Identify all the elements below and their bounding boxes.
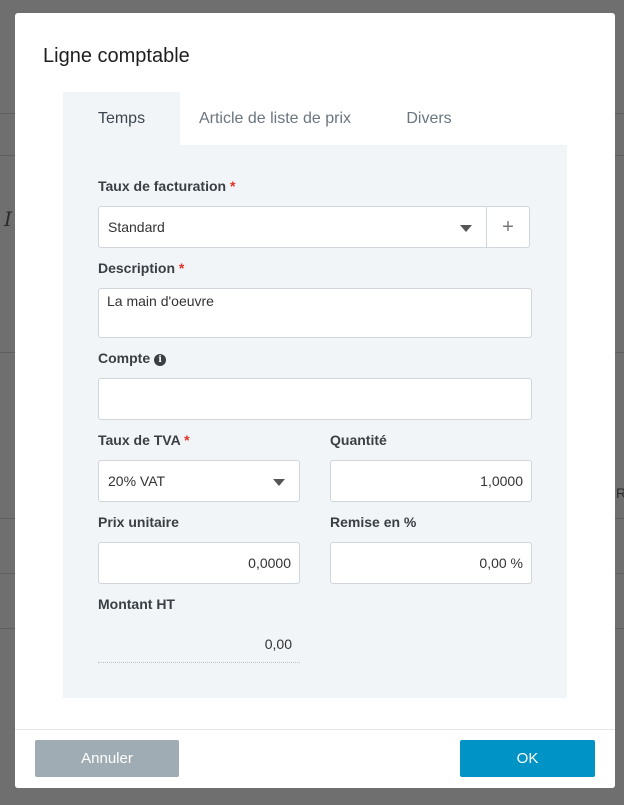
discount-input[interactable]: 0,00 % bbox=[330, 542, 532, 584]
amount-ht-underline bbox=[98, 662, 300, 663]
backdrop-side-letter: R bbox=[616, 485, 624, 501]
quantity-label: Quantité bbox=[330, 432, 387, 448]
billing-rate-value: Standard bbox=[108, 219, 165, 235]
ok-button[interactable]: OK bbox=[460, 740, 595, 777]
tab-divers[interactable]: Divers bbox=[370, 92, 488, 145]
vat-rate-label: Taux de TVA * bbox=[98, 432, 190, 448]
unit-price-value: 0,0000 bbox=[248, 555, 291, 571]
vat-rate-value: 20% VAT bbox=[108, 473, 166, 489]
dialog-title: Ligne comptable bbox=[43, 45, 190, 67]
required-marker: * bbox=[229, 178, 236, 194]
billing-rate-select[interactable]: Standard + bbox=[98, 206, 530, 248]
chevron-down-icon bbox=[460, 225, 472, 232]
amount-ht-value: 0,00 bbox=[264, 636, 292, 652]
quantity-input[interactable]: 1,0000 bbox=[330, 460, 532, 502]
description-label: Description * bbox=[98, 260, 185, 276]
info-icon[interactable]: i bbox=[154, 354, 167, 366]
tab-bar: Temps Article de liste de prix Divers bbox=[63, 92, 567, 146]
add-billing-rate-button[interactable]: + bbox=[486, 207, 529, 247]
billing-rate-label: Taux de facturation * bbox=[98, 178, 236, 194]
required-marker: * bbox=[178, 260, 185, 276]
account-label: Compte i bbox=[98, 350, 167, 366]
tab-temps[interactable]: Temps bbox=[63, 92, 180, 146]
account-input[interactable] bbox=[98, 378, 532, 420]
backdrop-glyph: I bbox=[4, 207, 12, 231]
dialog-panel: Temps Article de liste de prix Divers Ta… bbox=[63, 92, 567, 698]
description-textarea[interactable]: La main d'oeuvre bbox=[98, 288, 532, 338]
chevron-down-icon bbox=[273, 479, 285, 486]
quantity-value: 1,0000 bbox=[480, 473, 523, 489]
unit-price-input[interactable]: 0,0000 bbox=[98, 542, 300, 584]
tab-article-liste-prix[interactable]: Article de liste de prix bbox=[180, 92, 370, 145]
cancel-button[interactable]: Annuler bbox=[35, 740, 179, 777]
description-value: La main d'oeuvre bbox=[107, 293, 214, 309]
discount-label: Remise en % bbox=[330, 514, 417, 530]
accounting-line-dialog: Ligne comptable Temps Article de liste d… bbox=[15, 13, 615, 788]
vat-rate-select[interactable]: 20% VAT bbox=[98, 460, 300, 502]
discount-value: 0,00 % bbox=[479, 555, 523, 571]
tab-content-temps: Taux de facturation * Standard + Descrip… bbox=[63, 145, 567, 698]
amount-ht-label: Montant HT bbox=[98, 596, 175, 612]
dialog-footer: Annuler OK bbox=[15, 729, 615, 788]
required-marker: * bbox=[184, 432, 190, 448]
unit-price-label: Prix unitaire bbox=[98, 514, 179, 530]
